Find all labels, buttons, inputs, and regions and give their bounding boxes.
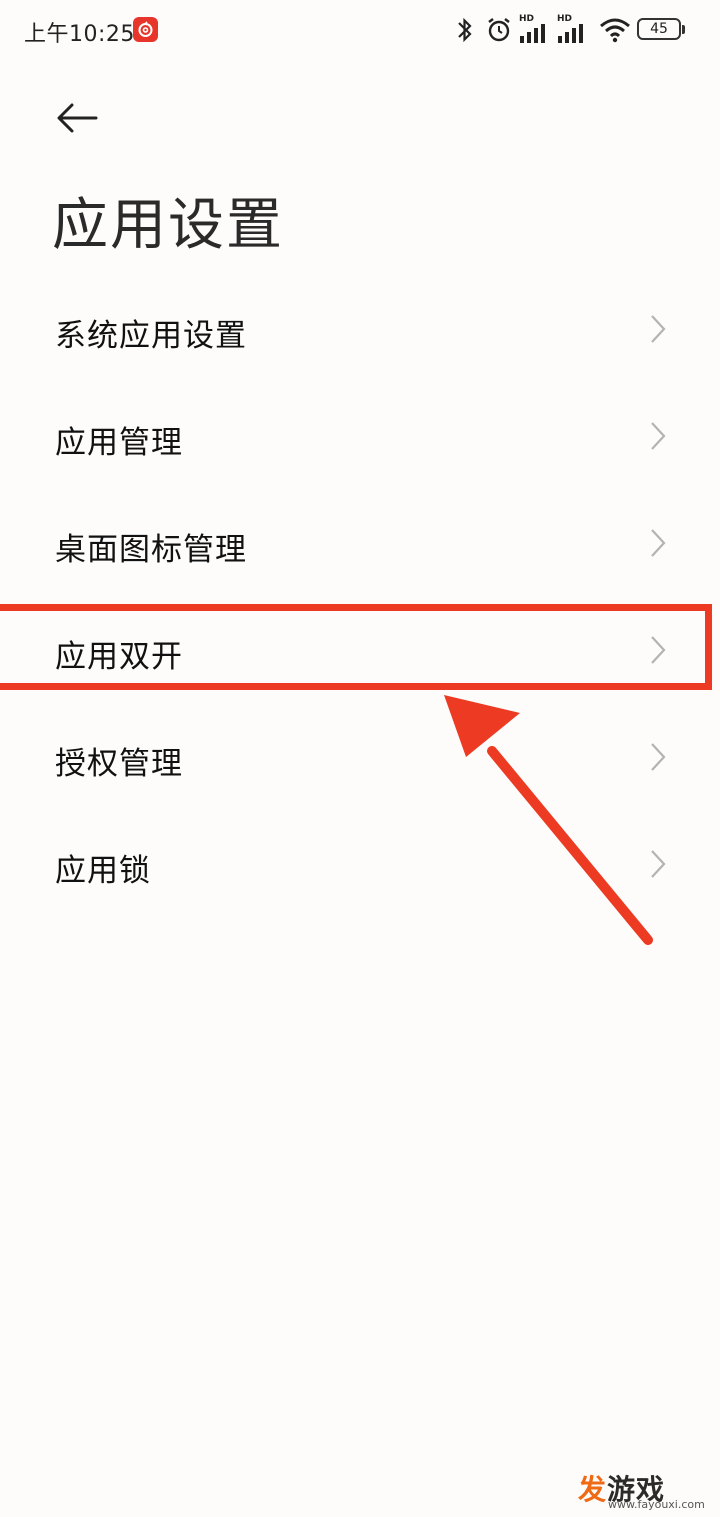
chevron-right-icon (651, 850, 666, 878)
settings-item-desktop-icons[interactable]: 桌面图标管理 (0, 490, 720, 597)
netease-music-icon (133, 17, 158, 42)
watermark-logo: 发游戏 www.fayouxi.com (578, 1468, 708, 1511)
signal-hd-icon: HD (557, 14, 591, 46)
settings-item-dual-apps[interactable]: 应用双开 (0, 597, 720, 704)
chevron-right-icon (651, 529, 666, 557)
back-arrow-icon (57, 103, 98, 133)
chevron-right-icon (651, 743, 666, 771)
page-title: 应用设置 (52, 193, 284, 258)
settings-item-app-management[interactable]: 应用管理 (0, 383, 720, 490)
status-bar: 上午10:25 HD HD 45 (0, 0, 720, 62)
settings-item-label: 应用锁 (55, 853, 151, 889)
chevron-right-icon (651, 315, 666, 343)
settings-item-label: 系统应用设置 (55, 318, 247, 354)
battery-icon: 45 (637, 18, 681, 40)
settings-list: 系统应用设置 应用管理 桌面图标管理 应用双开 授权管理 应用锁 (0, 276, 720, 918)
status-icons: HD HD 45 (455, 14, 690, 46)
watermark-url: www.fayouxi.com (608, 1498, 705, 1511)
status-time: 上午10:25 (24, 22, 135, 47)
battery-level: 45 (650, 21, 668, 37)
settings-item-app-lock[interactable]: 应用锁 (0, 811, 720, 918)
signal-hd-icon: HD (519, 14, 553, 46)
chevron-right-icon (651, 636, 666, 664)
settings-item-label: 授权管理 (55, 746, 183, 782)
back-button[interactable] (56, 100, 100, 136)
battery-tip (682, 25, 685, 34)
settings-item-permissions[interactable]: 授权管理 (0, 704, 720, 811)
alarm-icon (488, 18, 510, 42)
settings-item-system-apps[interactable]: 系统应用设置 (0, 276, 720, 383)
chevron-right-icon (651, 422, 666, 450)
wifi-icon (600, 18, 630, 43)
settings-item-label: 应用管理 (55, 425, 183, 461)
settings-item-label: 应用双开 (55, 639, 183, 675)
settings-item-label: 桌面图标管理 (55, 532, 247, 568)
bluetooth-icon (458, 17, 472, 43)
watermark-brand-first: 发 (578, 1473, 608, 1506)
